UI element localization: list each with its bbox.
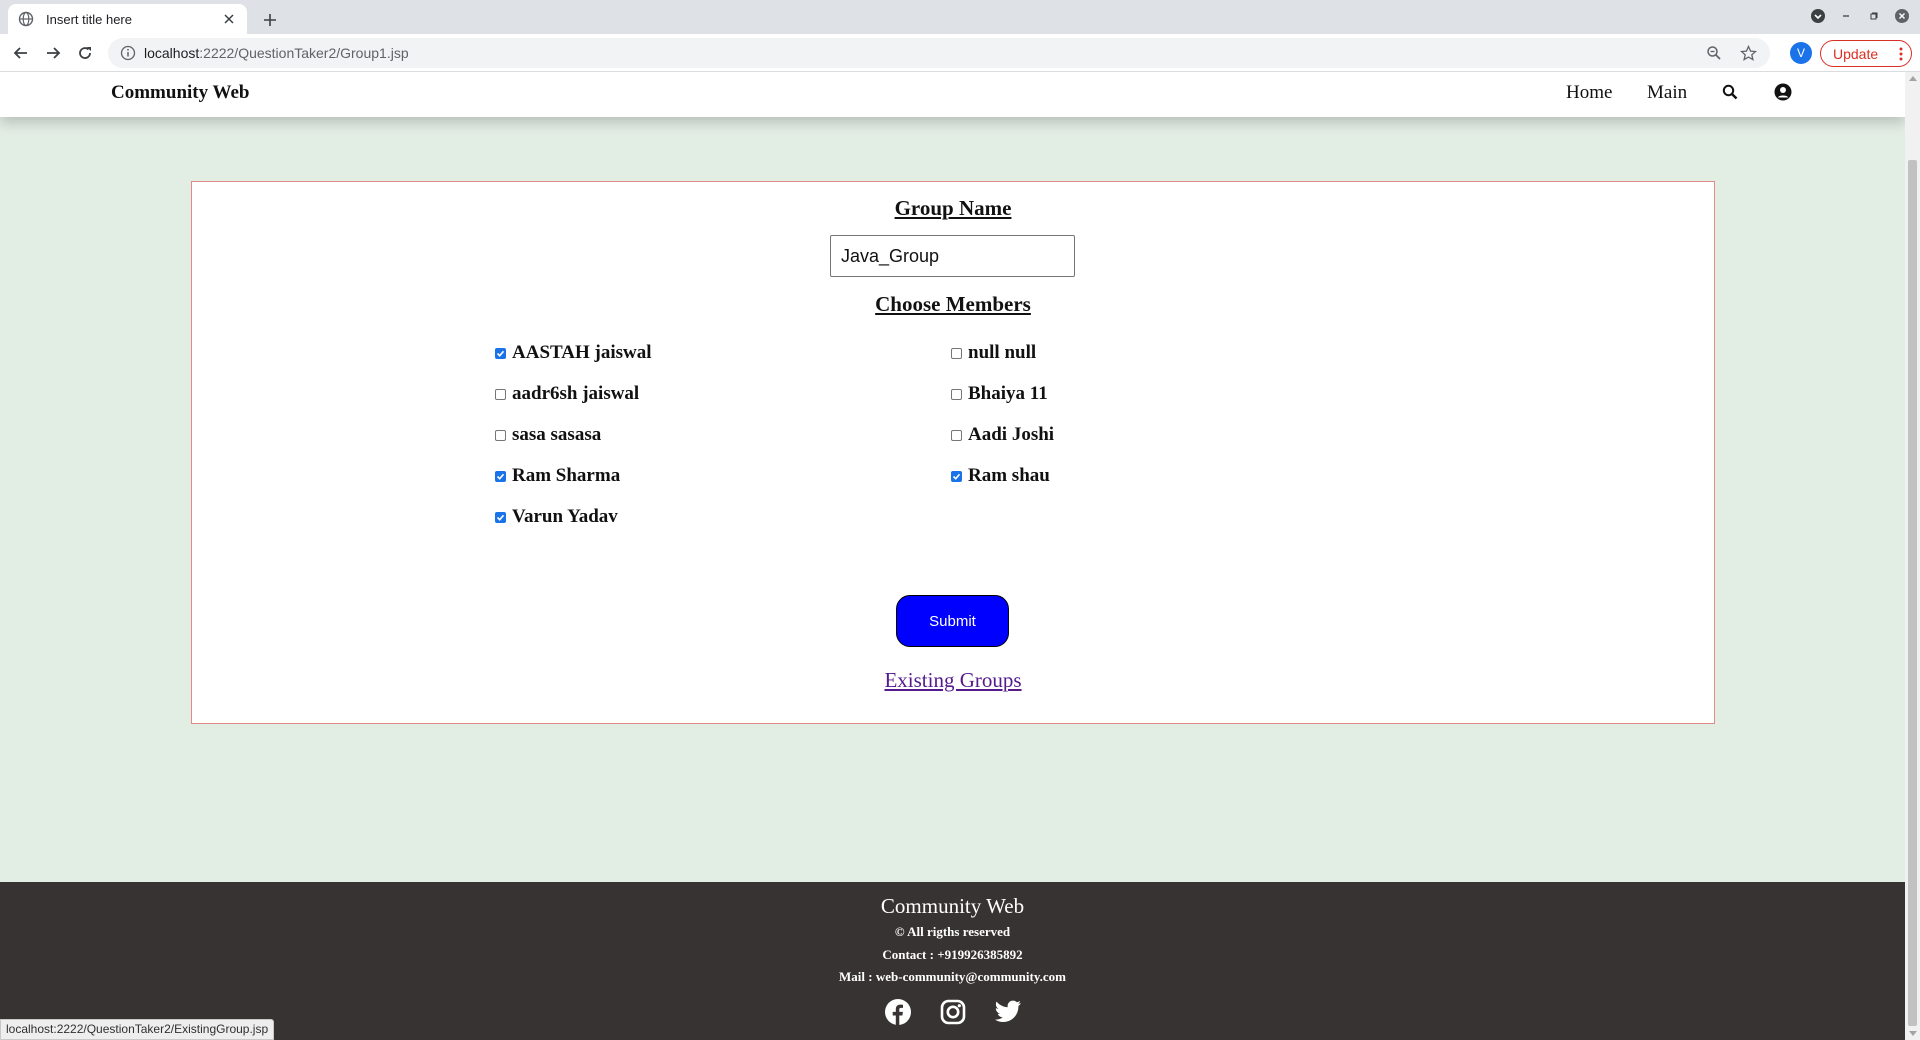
nav-home-link[interactable]: Home — [1566, 82, 1612, 104]
site-brand[interactable]: Community Web — [111, 82, 249, 104]
user-account-icon[interactable] — [1772, 81, 1794, 103]
reload-icon[interactable] — [73, 41, 97, 65]
restore-icon[interactable] — [1866, 8, 1882, 24]
url-host: localhost — [144, 45, 200, 61]
address-bar[interactable]: localhost:2222/QuestionTaker2/Group1.jsp — [108, 38, 1770, 68]
existing-groups-link[interactable]: Existing Groups — [192, 668, 1714, 693]
close-tab-icon[interactable] — [221, 11, 237, 27]
member-name: Ram Sharma — [512, 465, 621, 486]
member-name: Aadi Joshi — [968, 424, 1055, 445]
tab-search-icon[interactable] — [1810, 8, 1826, 24]
footer-mail: Mail : web-community@community.com — [839, 969, 1066, 984]
facebook-icon[interactable] — [884, 998, 912, 1026]
page-scrollbar[interactable] — [1905, 72, 1920, 1040]
footer-title: Community Web — [880, 894, 1025, 918]
browser-toolbar: localhost:2222/QuestionTaker2/Group1.jsp… — [0, 34, 1920, 72]
create-group-form: Group Name Choose Members AASTAH jaiswal… — [191, 181, 1715, 724]
member-item[interactable]: aadr6sh jaiswal — [495, 383, 639, 405]
twitter-icon[interactable] — [994, 998, 1022, 1026]
forward-arrow-icon[interactable] — [41, 41, 65, 65]
page-viewport: Community Web Home Main Group Name Choos… — [0, 72, 1905, 1040]
bookmark-star-icon[interactable] — [1738, 43, 1758, 63]
search-icon[interactable] — [1719, 81, 1741, 103]
member-checkbox[interactable] — [495, 470, 506, 482]
close-window-icon[interactable] — [1894, 8, 1910, 24]
member-checkbox[interactable] — [495, 347, 506, 359]
tab-title: Insert title here — [46, 11, 132, 27]
site-footer: Community Web © All rigths reserved Cont… — [0, 882, 1905, 1040]
browser-tab[interactable]: Insert title here — [8, 4, 247, 34]
member-checkbox[interactable] — [495, 429, 506, 441]
member-item[interactable]: sasa sasasa — [495, 424, 601, 446]
status-url-bubble: localhost:2222/QuestionTaker2/ExistingGr… — [0, 1019, 275, 1040]
member-item[interactable]: Varun Yadav — [495, 506, 618, 528]
choose-members-heading: Choose Members — [875, 292, 1031, 316]
minimize-icon[interactable] — [1838, 8, 1854, 24]
update-label: Update — [1833, 45, 1879, 62]
site-info-icon[interactable] — [120, 45, 136, 61]
zoom-icon[interactable] — [1704, 43, 1724, 63]
instagram-icon[interactable] — [939, 998, 967, 1026]
member-name: Varun Yadav — [512, 506, 618, 527]
site-navbar: Community Web Home Main — [0, 72, 1905, 117]
member-checkbox[interactable] — [951, 429, 962, 441]
member-item[interactable]: Bhaiya 11 — [951, 383, 1048, 405]
member-item[interactable]: null null — [951, 342, 1036, 364]
social-links — [0, 998, 1905, 1026]
member-item[interactable]: Ram Sharma — [495, 465, 620, 487]
member-name: AASTAH jaiswal — [512, 342, 652, 363]
scroll-down-arrow-icon[interactable] — [1909, 1031, 1917, 1036]
member-item[interactable]: Ram shau — [951, 465, 1050, 487]
member-name: Bhaiya 11 — [968, 383, 1048, 404]
new-tab-button[interactable] — [258, 8, 282, 32]
footer-contact: Contact : +919926385892 — [882, 947, 1023, 962]
group-name-heading: Group Name — [894, 196, 1012, 220]
browser-update-button[interactable]: Update — [1820, 40, 1912, 67]
url-text: localhost:2222/QuestionTaker2/Group1.jsp — [144, 45, 1690, 61]
member-name: sasa sasasa — [512, 424, 602, 445]
profile-avatar[interactable]: V — [1790, 42, 1812, 64]
group-name-input[interactable] — [830, 235, 1075, 277]
url-path: :2222/QuestionTaker2/Group1.jsp — [199, 45, 409, 61]
submit-button[interactable]: Submit — [896, 595, 1009, 647]
member-checkbox[interactable] — [951, 347, 962, 359]
member-item[interactable]: AASTAH jaiswal — [495, 342, 652, 364]
globe-icon — [18, 11, 34, 27]
footer-rights: © All rigths reserved — [894, 924, 1011, 939]
back-arrow-icon[interactable] — [9, 41, 33, 65]
more-menu-icon[interactable] — [1899, 46, 1903, 62]
scroll-up-arrow-icon[interactable] — [1909, 76, 1917, 81]
browser-tab-bar: Insert title here — [0, 0, 1920, 34]
scrollbar-thumb[interactable] — [1908, 160, 1917, 1026]
member-item[interactable]: Aadi Joshi — [951, 424, 1054, 446]
member-checkbox[interactable] — [495, 511, 506, 523]
member-checkbox[interactable] — [495, 388, 506, 400]
member-checkbox[interactable] — [951, 388, 962, 400]
member-name: aadr6sh jaiswal — [512, 383, 640, 404]
member-name: null null — [968, 342, 1037, 363]
member-checkbox[interactable] — [951, 470, 962, 482]
nav-main-link[interactable]: Main — [1647, 82, 1687, 104]
member-name: Ram shau — [968, 465, 1050, 486]
window-controls — [1810, 6, 1910, 26]
